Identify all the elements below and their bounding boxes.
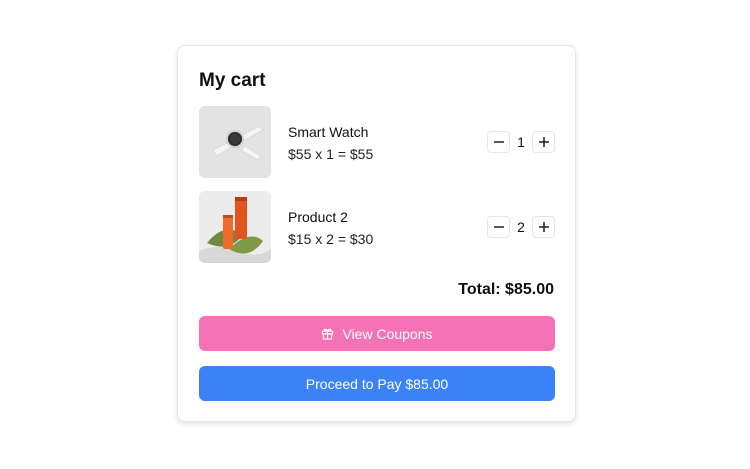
cart-card: My cart Smart Watch $55 x 1 = $55 1 Prod… bbox=[177, 45, 576, 422]
cart-item: Smart Watch $55 x 1 = $55 1 bbox=[199, 106, 555, 178]
proceed-to-pay-button[interactable]: Proceed to Pay $85.00 bbox=[199, 366, 555, 401]
quantity-value: 2 bbox=[517, 219, 525, 235]
view-coupons-button[interactable]: View Coupons bbox=[199, 316, 555, 351]
item-name: Product 2 bbox=[288, 209, 348, 225]
product-2-image bbox=[199, 191, 271, 263]
item-price: $55 x 1 = $55 bbox=[288, 146, 374, 162]
gift-icon bbox=[321, 327, 334, 340]
view-coupons-label: View Coupons bbox=[342, 325, 433, 342]
quantity-value: 1 bbox=[517, 134, 525, 150]
cart-title: My cart bbox=[199, 70, 266, 91]
increase-quantity-button[interactable] bbox=[532, 216, 555, 238]
quantity-stepper: 2 bbox=[487, 216, 555, 238]
item-name: Smart Watch bbox=[288, 124, 369, 140]
decrease-quantity-button[interactable] bbox=[487, 216, 510, 238]
cart-total: Total: $85.00 bbox=[458, 281, 554, 298]
plus-icon bbox=[538, 222, 549, 232]
item-price: $15 x 2 = $30 bbox=[288, 231, 374, 247]
smart-watch-image bbox=[199, 106, 271, 178]
cart-item: Product 2 $15 x 2 = $30 2 bbox=[199, 191, 555, 263]
increase-quantity-button[interactable] bbox=[532, 131, 555, 153]
decrease-quantity-button[interactable] bbox=[487, 131, 510, 153]
minus-icon bbox=[493, 141, 504, 143]
minus-icon bbox=[493, 226, 504, 228]
quantity-stepper: 1 bbox=[487, 131, 555, 153]
proceed-to-pay-label: Proceed to Pay $85.00 bbox=[305, 375, 449, 392]
plus-icon bbox=[538, 137, 549, 147]
